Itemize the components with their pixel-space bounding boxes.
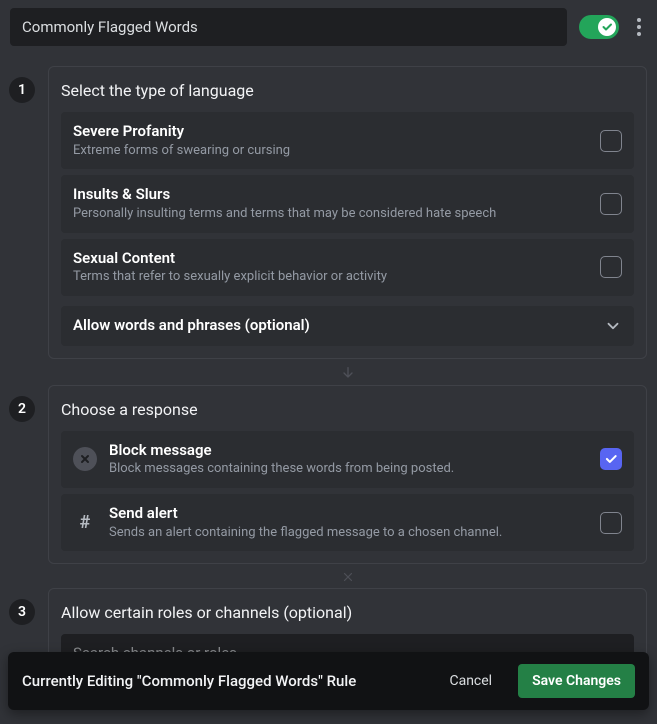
checkbox[interactable] <box>600 256 622 278</box>
channel-hash-icon: # <box>73 512 97 533</box>
kebab-dot-icon <box>637 32 641 36</box>
flow-arrow <box>48 564 647 584</box>
x-icon <box>341 570 355 584</box>
step-number: 3 <box>9 599 35 625</box>
rule-name-input[interactable]: Commonly Flagged Words <box>10 8 567 46</box>
option-desc: Extreme forms of swearing or cursing <box>73 143 588 160</box>
checkbox[interactable] <box>600 512 622 534</box>
step-number: 1 <box>9 77 35 103</box>
step-1-card: 1 Select the type of language Severe Pro… <box>48 66 647 359</box>
save-button[interactable]: Save Changes <box>518 664 635 698</box>
step-number: 2 <box>9 396 35 422</box>
chevron-down-icon <box>604 317 622 335</box>
option-desc: Personally insulting terms and terms tha… <box>73 206 588 223</box>
kebab-dot-icon <box>637 18 641 22</box>
save-changes-bar: Currently Editing "Commonly Flagged Word… <box>8 652 649 710</box>
option-title: Severe Profanity <box>73 122 588 142</box>
check-icon <box>604 452 618 466</box>
allow-words-expander[interactable]: Allow words and phrases (optional) <box>61 306 634 346</box>
option-insults-slurs[interactable]: Insults & Slurs Personally insulting ter… <box>61 175 634 232</box>
step-2-card: 2 Choose a response Block message Block … <box>48 385 647 565</box>
checkbox[interactable] <box>600 193 622 215</box>
check-icon <box>601 21 613 33</box>
option-desc: Block messages containing these words fr… <box>109 461 588 478</box>
rule-enabled-toggle[interactable] <box>579 15 619 39</box>
block-icon <box>73 447 97 471</box>
step-title: Allow certain roles or channels (optiona… <box>61 603 634 622</box>
cancel-button[interactable]: Cancel <box>439 665 502 697</box>
option-sexual-content[interactable]: Sexual Content Terms that refer to sexua… <box>61 239 634 296</box>
option-title: Send alert <box>109 504 588 524</box>
flow-arrow <box>48 359 647 381</box>
step-title: Select the type of language <box>61 81 634 100</box>
kebab-dot-icon <box>637 25 641 29</box>
option-send-alert[interactable]: # Send alert Sends an alert containing t… <box>61 494 634 551</box>
more-menu-button[interactable] <box>631 18 647 36</box>
option-desc: Terms that refer to sexually explicit be… <box>73 269 588 286</box>
step-title: Choose a response <box>61 400 634 419</box>
option-title: Block message <box>109 441 588 461</box>
option-desc: Sends an alert containing the flagged me… <box>109 525 588 542</box>
option-block-message[interactable]: Block message Block messages containing … <box>61 431 634 488</box>
arrow-down-icon <box>340 365 356 381</box>
checkbox[interactable] <box>600 130 622 152</box>
checkbox[interactable] <box>600 448 622 470</box>
option-title: Insults & Slurs <box>73 185 588 205</box>
allow-words-label: Allow words and phrases (optional) <box>73 316 592 336</box>
option-severe-profanity[interactable]: Severe Profanity Extreme forms of sweari… <box>61 112 634 169</box>
option-title: Sexual Content <box>73 249 588 269</box>
editing-message: Currently Editing "Commonly Flagged Word… <box>22 672 423 690</box>
